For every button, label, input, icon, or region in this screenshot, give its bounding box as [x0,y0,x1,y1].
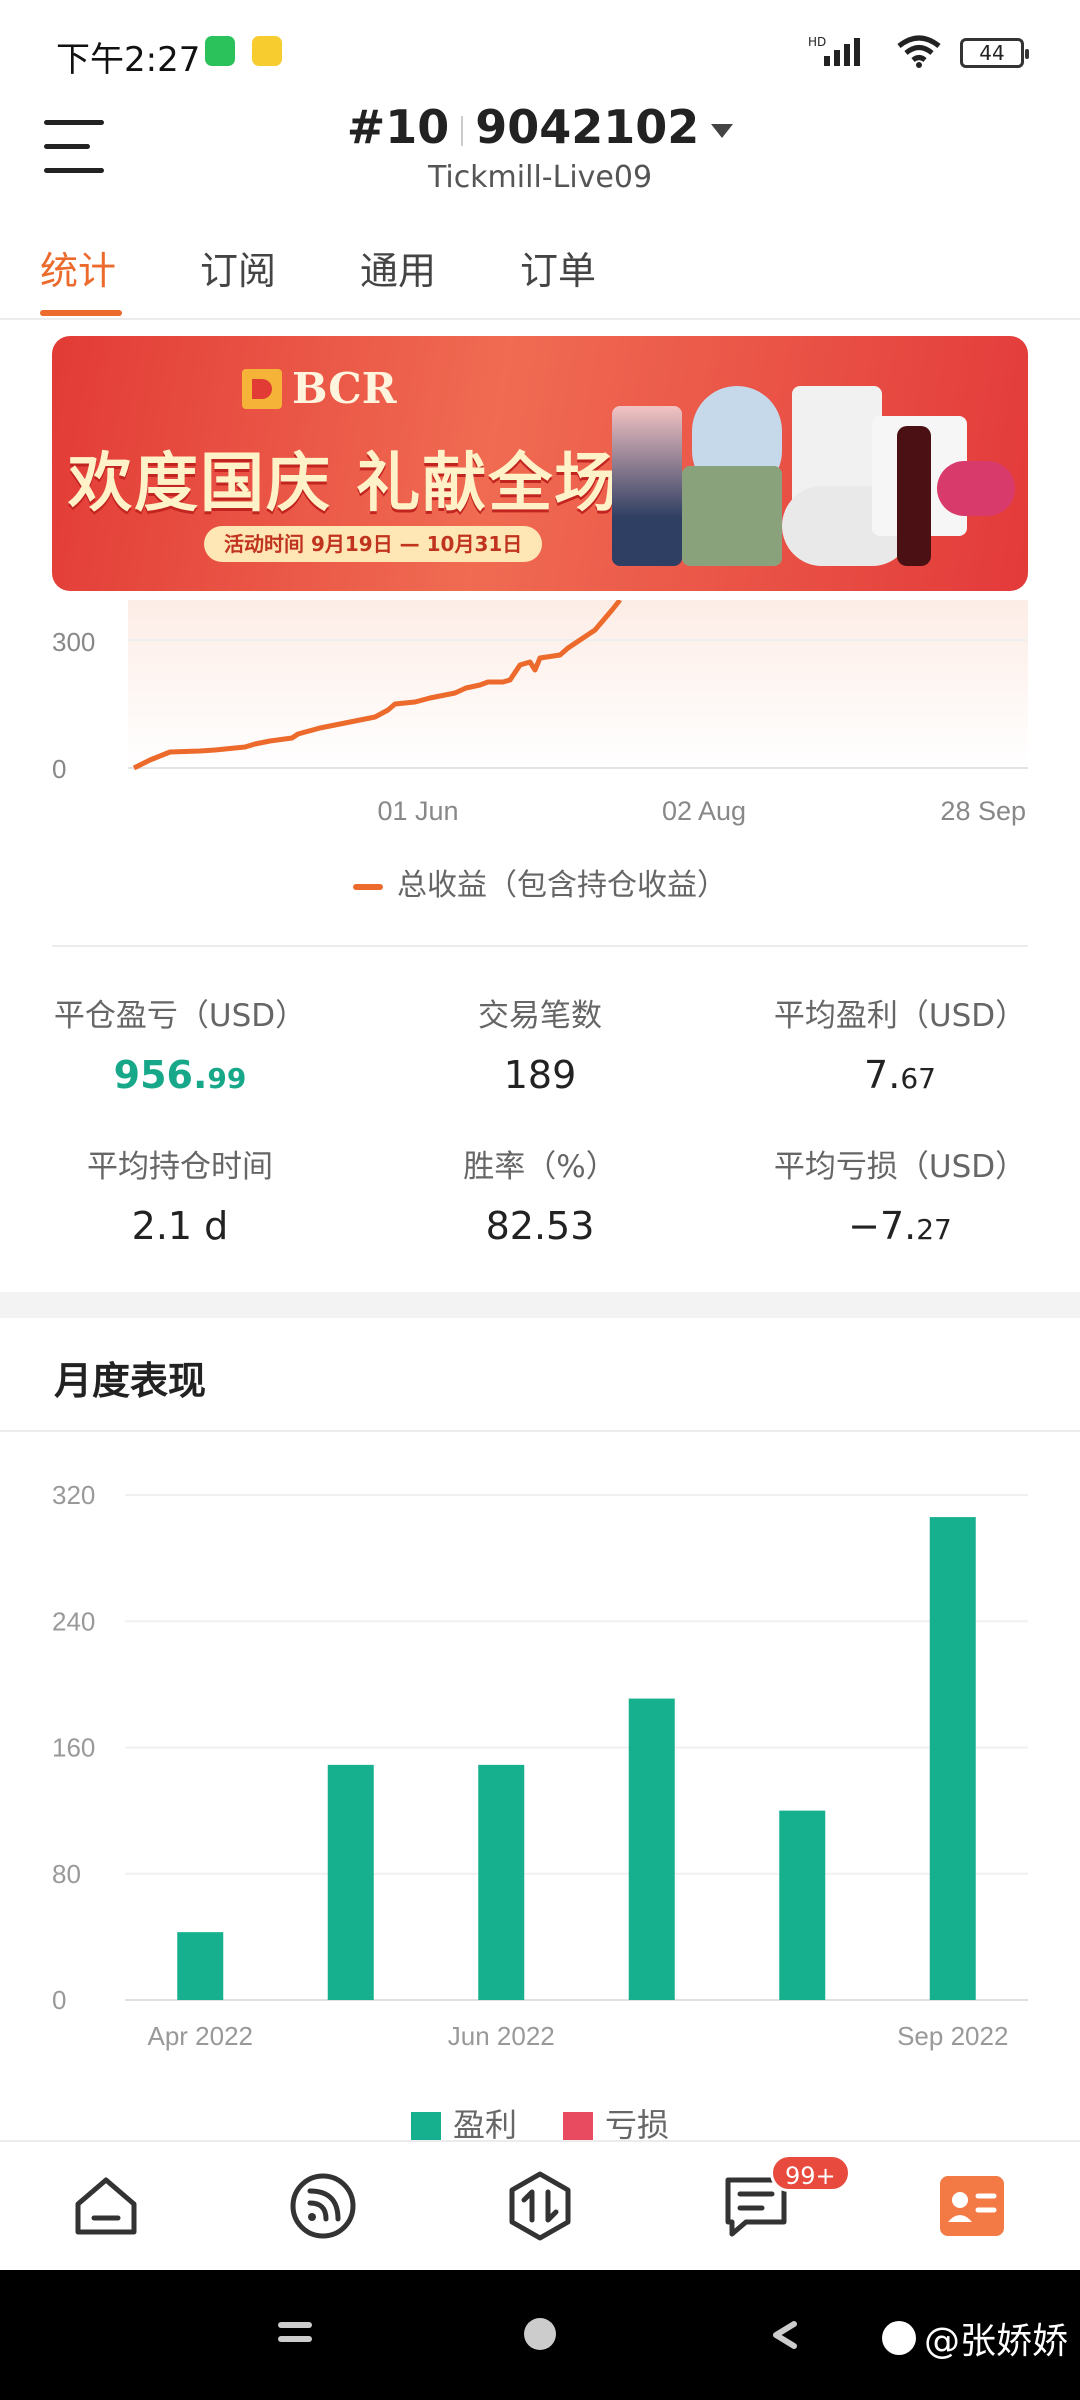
stat-value: 956.99 [113,1053,247,1097]
y-tick-label: 0 [52,1985,66,2015]
system-nav-bar: @张娇娇 [0,2270,1080,2400]
account-selector[interactable]: #10 9042102 [0,100,1080,154]
section-gap [0,1292,1080,1318]
x-tick-aug: 02 Aug [662,796,746,826]
stat-value: 82.53 [485,1204,595,1248]
server-name: Tickmill-Live09 [427,160,653,195]
stat-avg-profit: 平均盈利（USD） 7.67 [735,990,1065,1097]
active-tab-indicator [40,310,122,316]
bottom-nav: 99+ [0,2140,1080,2270]
bar [327,1764,374,2000]
home-icon [75,2177,137,2235]
bar [628,1698,675,2000]
stat-label: 平均持仓时间 [87,1149,273,1185]
y-tick-label: 320 [52,1480,95,1510]
stat-label: 平均亏损（USD） [773,1149,1027,1185]
y-tick-0: 0 [52,754,66,784]
tab-orders[interactable]: 订单 [520,240,596,295]
wine-image [897,426,931,566]
tab-statistics[interactable]: 统计 [40,240,116,295]
legend-profit-swatch [410,2112,441,2142]
line-chart-legend: 总收益（包含持仓收益） [0,860,1080,904]
profile-icon [940,2176,1004,2236]
x-tick-label: Jun 2022 [448,2021,555,2051]
y-tick-label: 80 [52,1859,81,1889]
monthly-bar-chart: 0 80 160 240 320 Apr 2022 Jun 2022 Sep 2022 [0,1440,1080,2140]
legend-label: 总收益（包含持仓收益） [397,868,727,903]
blender-image [612,406,682,566]
tab-bar: 统计 订阅 通用 订单 [0,230,1080,320]
stat-closed-pnl: 平仓盈亏（USD） 956.99 [15,990,345,1097]
tab-subscribe[interactable]: 订阅 [200,240,276,295]
stat-win-rate: 胜率（%） 82.53 [375,1141,705,1248]
stat-avg-hold-time: 平均持仓时间 2.1 d [15,1141,345,1248]
download-icon [205,36,235,66]
stat-value: 189 [503,1053,577,1097]
brand-logo: BCR [242,364,397,413]
bar [929,1517,976,2000]
nav-feed[interactable] [287,2170,359,2242]
watermark: @张娇娇 [881,2312,1068,2364]
battery-icon: 44 [960,38,1029,68]
stat-label: 平仓盈亏（USD） [53,998,307,1034]
x-tick-label: Apr 2022 [147,2021,253,2051]
legend-line-swatch [353,883,383,890]
stat-label: 平均盈利（USD） [773,998,1027,1034]
account-prefix: #10 [346,100,450,154]
stat-value: 7.67 [864,1053,936,1097]
chevron-down-icon [711,123,734,138]
status-time: 下午2:27 [56,40,201,80]
trade-icon [509,2171,571,2241]
signal-icon: HD [808,34,878,72]
legend-loss-swatch [563,2112,593,2142]
nav-profile[interactable] [936,2170,1008,2242]
message-notification-icon [252,36,282,66]
account-number: 9042102 [475,100,700,154]
account-header: #10 9042102 Tickmill-Live09 [0,100,1080,210]
message-badge: 99+ [770,2154,851,2192]
weibo-logo-icon [881,2321,916,2355]
x-tick-label: Sep 2022 [897,2021,1008,2051]
home-button[interactable] [524,2318,556,2350]
stat-label: 胜率（%） [463,1149,617,1185]
brand-name: BCR [292,364,397,413]
banner-slogan: 欢度国庆 礼献全场 [68,447,621,521]
stat-trade-count: 交易笔数 189 [375,990,705,1097]
status-indicators: HD 44 [808,34,1029,72]
recents-button[interactable] [278,2322,312,2344]
divider [0,1430,1080,1432]
x-tick-jun: 01 Jun [377,796,458,826]
nav-trade[interactable] [504,2170,576,2242]
back-button[interactable] [768,2318,802,2356]
y-tick-label: 160 [52,1733,95,1763]
stat-value: 2.1 d [131,1204,229,1248]
toaster-image [682,466,782,566]
bar [177,1932,224,2000]
divider [52,945,1028,947]
feed-icon [290,2173,356,2239]
bar [478,1764,525,2000]
promo-banner[interactable]: BCR 欢度国庆 礼献全场 活动时间 9月19日 — 10月31日 [52,336,1028,591]
stat-label: 交易笔数 [478,998,602,1034]
stat-avg-loss: 平均亏损（USD） −7.27 [735,1141,1065,1248]
tab-general[interactable]: 通用 [360,240,436,295]
bar [779,1810,826,2000]
y-tick-label: 240 [52,1606,95,1636]
x-tick-sep: 28 Sep [940,796,1026,826]
status-bar: 下午2:27 HD 44 [0,0,1080,100]
svg-text:HD: HD [808,35,826,49]
banner-date: 活动时间 9月19日 — 10月31日 [204,526,543,562]
wifi-icon [896,34,942,72]
bcr-logo-icon [242,368,282,409]
nav-home[interactable] [70,2170,142,2242]
y-tick-300: 300 [52,627,95,657]
stat-value: −7.27 [848,1204,952,1248]
hairdryer-image [937,461,1015,516]
monthly-title: 月度表现 [54,1359,207,1403]
